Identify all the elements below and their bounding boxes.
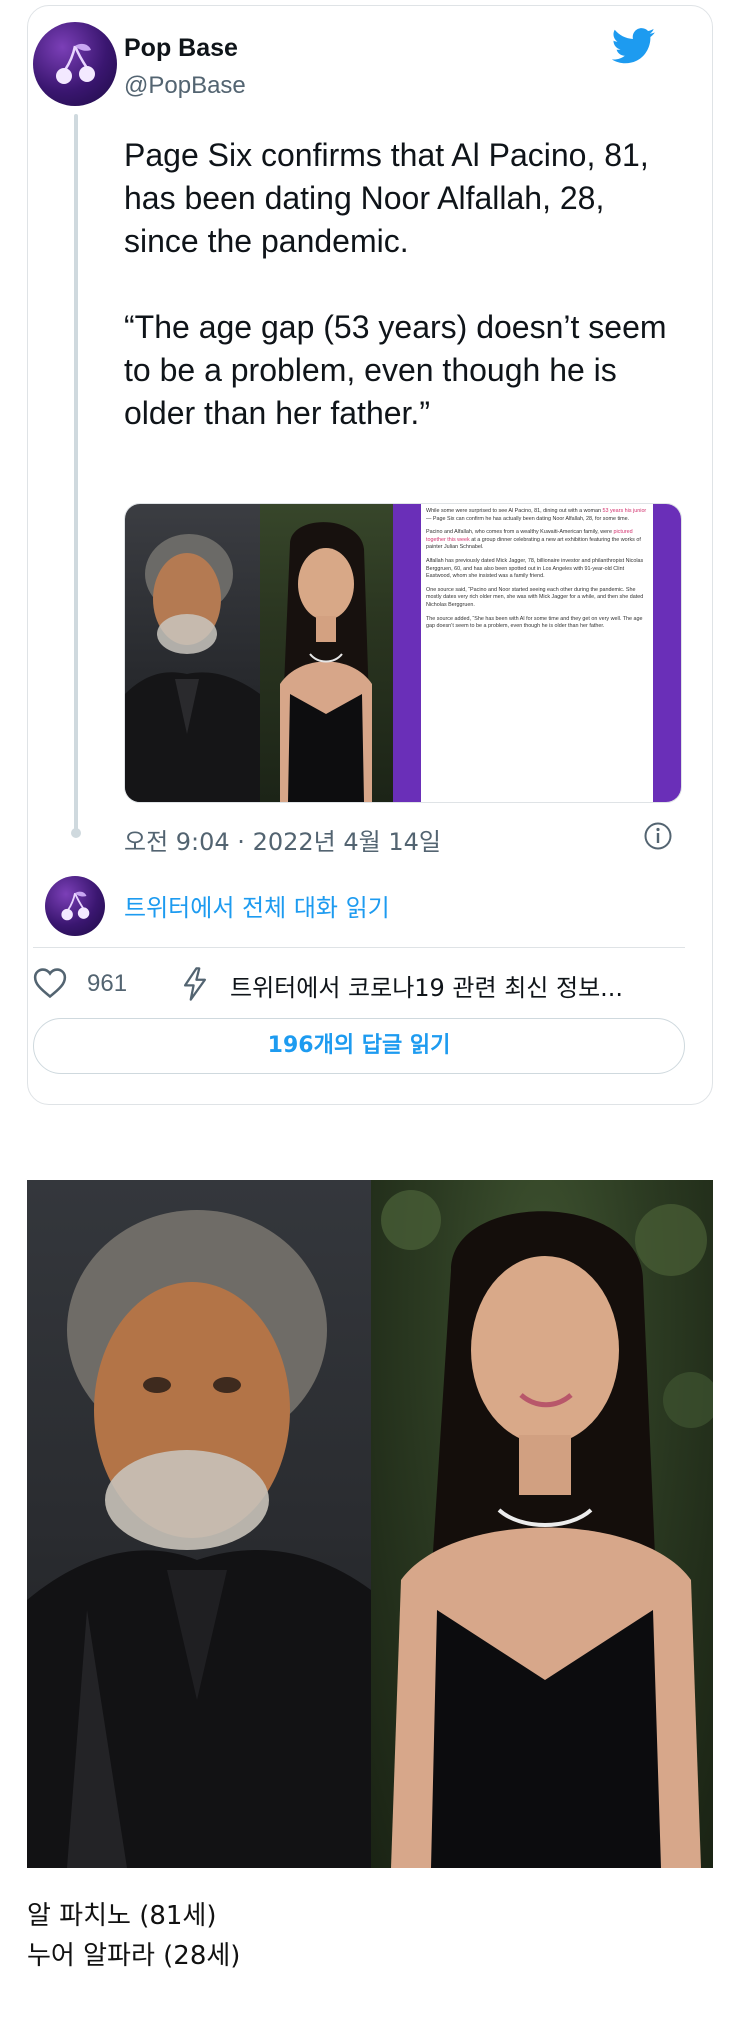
reply-author-avatar[interactable] [45, 876, 105, 936]
like-count: 961 [87, 970, 128, 997]
cherry-logo-icon [61, 891, 90, 921]
read-conversation-link[interactable]: 트위터에서 전체 대화 읽기 [124, 888, 390, 923]
noor-alfallah-large-photo [371, 1180, 713, 1868]
heart-icon[interactable] [33, 967, 67, 1003]
author-handle[interactable]: @PopBase [124, 72, 246, 100]
info-icon[interactable] [643, 821, 673, 855]
tweet-text: Page Six confirms that Al Pacino, 81, ha… [124, 137, 667, 431]
al-pacino-photo[interactable] [125, 504, 260, 802]
article-screenshot[interactable]: While some were surprised to see Al Paci… [393, 504, 681, 802]
covid-info-link[interactable]: 트위터에서 코로나19 관련 최신 정보... [230, 968, 670, 1003]
article-border-left [393, 504, 421, 802]
article-border-right [653, 504, 681, 802]
photo-caption: 알 파치노 (81세) 누어 알파라 (28세) [27, 1896, 240, 1976]
article-body: While some were surprised to see Al Paci… [421, 504, 653, 802]
author-name[interactable]: Pop Base [124, 34, 238, 63]
twitter-bird-icon[interactable] [611, 28, 656, 68]
lightning-icon [180, 967, 210, 1005]
tweet-timestamp[interactable]: 오전 9:04 · 2022년 4월 14일 [124, 822, 441, 857]
caption-line-noor: 누어 알파라 (28세) [27, 1941, 241, 1971]
caption-line-al: 알 파치노 (81세) [27, 1901, 217, 1931]
al-pacino-large-photo [27, 1180, 371, 1868]
divider [33, 947, 685, 948]
noor-alfallah-photo[interactable] [260, 504, 393, 802]
cherry-logo-icon [56, 43, 95, 84]
comparison-photo [27, 1180, 713, 1868]
thread-line [74, 114, 78, 836]
thread-dot [71, 828, 81, 838]
tweet-media[interactable]: While some were surprised to see Al Paci… [124, 503, 682, 803]
author-avatar[interactable] [33, 22, 117, 106]
read-replies-button[interactable]: 196개의 답글 읽기 [33, 1018, 685, 1074]
